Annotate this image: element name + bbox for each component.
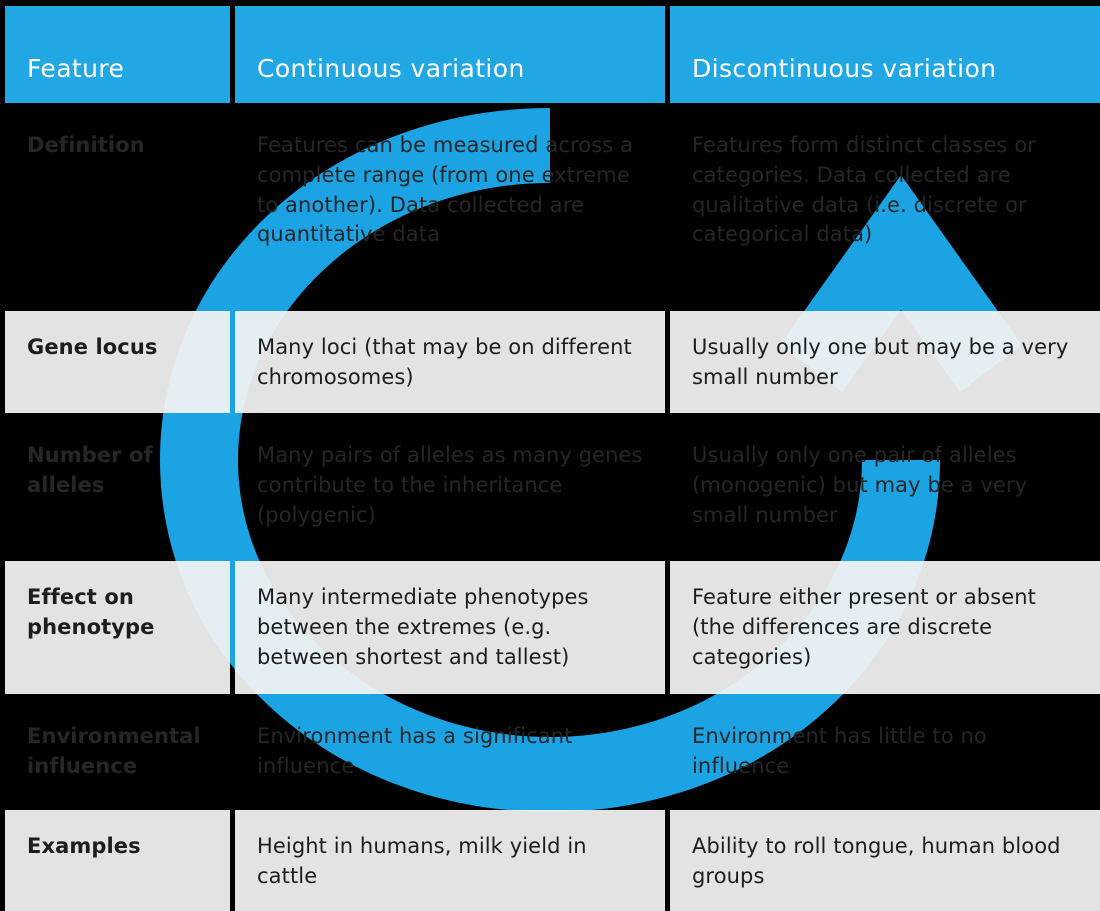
cell-environmental-influence-continuous: Environment has a significant influence xyxy=(257,724,573,778)
table-row: Number of alleles Many pairs of alleles … xyxy=(5,419,1100,555)
table-row: Definition Features can be measured acro… xyxy=(5,109,1100,305)
header-row: Feature Continuous variation Discontinuo… xyxy=(5,6,1100,103)
table-row: Effect on phenotype Many intermediate ph… xyxy=(5,561,1100,694)
row-label-number-of-alleles: Number of alleles xyxy=(27,443,153,497)
row-label-examples: Examples xyxy=(5,810,230,911)
cell-gene-locus-continuous: Many loci (that may be on different chro… xyxy=(235,311,665,413)
row-label-effect-on-phenotype: Effect on phenotype xyxy=(5,561,230,694)
watermark-ring xyxy=(160,108,1022,812)
screenshot-root: Feature Continuous variation Discontinuo… xyxy=(0,0,1100,911)
cell-number-of-alleles-continuous: Many pairs of alleles as many genes cont… xyxy=(257,443,643,527)
column-header-continuous-variation: Continuous variation xyxy=(235,6,665,103)
table-body: Definition Features can be measured acro… xyxy=(5,109,1100,911)
cycle-arrow-watermark-icon xyxy=(160,108,1022,812)
cell-effect-on-phenotype-continuous: Many intermediate phenotypes between the… xyxy=(235,561,665,694)
cell-gene-locus-discontinuous: Usually only one but may be a very small… xyxy=(670,311,1100,413)
row-label-environmental-influence: Environmental influence xyxy=(27,724,201,778)
table-row: Environmental influence Environment has … xyxy=(5,700,1100,804)
cell-definition-continuous: Features can be measured across a comple… xyxy=(257,133,634,247)
column-header-feature: Feature xyxy=(5,6,230,103)
cell-environmental-influence-discontinuous: Environment has little to no influence xyxy=(692,724,987,778)
table-header: Feature Continuous variation Discontinuo… xyxy=(5,6,1100,103)
variation-comparison-table: Feature Continuous variation Discontinuo… xyxy=(0,0,1100,911)
row-label-gene-locus: Gene locus xyxy=(5,311,230,413)
table-row: Examples Height in humans, milk yield in… xyxy=(5,810,1100,911)
table-row: Gene locus Many loci (that may be on dif… xyxy=(5,311,1100,413)
cell-number-of-alleles-discontinuous: Usually only one pair of alleles (monoge… xyxy=(692,443,1028,527)
cell-examples-continuous: Height in humans, milk yield in cattle xyxy=(235,810,665,911)
variation-comparison-table-wrapper: Feature Continuous variation Discontinuo… xyxy=(0,0,1100,911)
cell-effect-on-phenotype-discontinuous: Feature either present or absent (the di… xyxy=(670,561,1100,694)
cell-definition-discontinuous: Features form distinct classes or catego… xyxy=(692,133,1036,247)
column-header-discontinuous-variation: Discontinuous variation xyxy=(670,6,1100,103)
row-label-definition: Definition xyxy=(27,133,145,157)
cell-examples-discontinuous: Ability to roll tongue, human blood grou… xyxy=(670,810,1100,911)
